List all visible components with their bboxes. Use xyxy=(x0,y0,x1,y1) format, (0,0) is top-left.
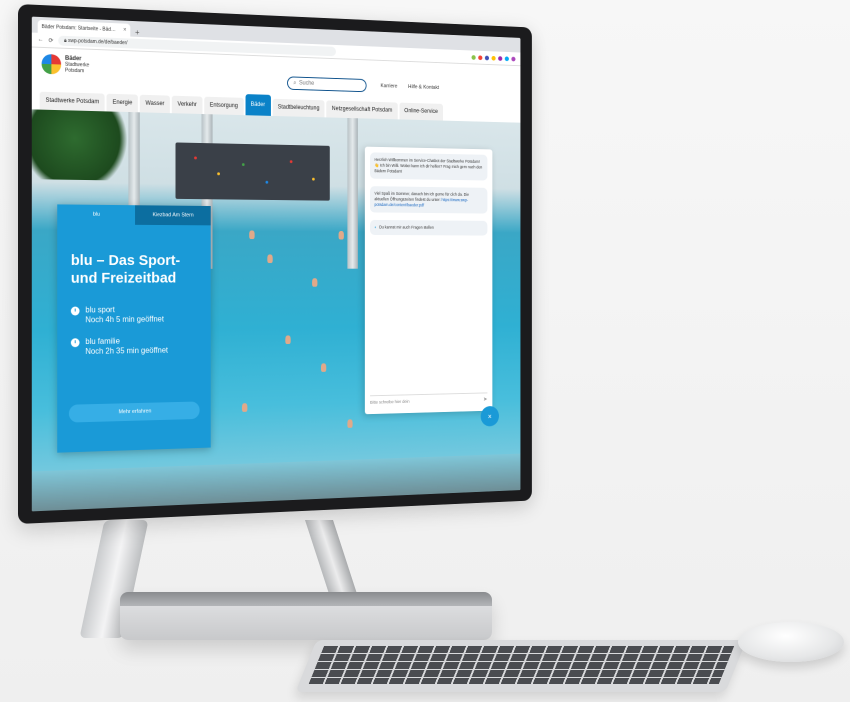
pool-info-card: blu Kiezbad Am Stern blu – Das Sport- un… xyxy=(57,204,211,453)
hero-pillar xyxy=(347,117,358,269)
swimmer xyxy=(249,230,255,240)
keyboard-keys xyxy=(308,646,735,684)
swimmer xyxy=(285,335,291,345)
extension-icon[interactable] xyxy=(478,54,483,60)
swimmer xyxy=(338,230,344,240)
status-time: Noch 4h 5 min geöffnet xyxy=(85,314,164,325)
extension-icon[interactable] xyxy=(498,55,503,61)
monitor-base xyxy=(120,592,492,640)
clock-icon xyxy=(70,306,80,316)
profile-avatar[interactable] xyxy=(511,56,516,61)
chat-suggestion[interactable]: ◐ Du kannst mir auch Fragen stellen xyxy=(370,219,488,236)
url-text: swp-potsdam.de/de/baeder/ xyxy=(68,38,128,47)
tab-blu[interactable]: blu xyxy=(57,204,135,224)
more-info-button[interactable]: Mehr erfahren xyxy=(68,401,200,423)
monitor-bezel: Bäder Potsdam: Startseite - Bäd… × + ← ⟳… xyxy=(18,4,532,524)
chat-input[interactable]: Bitte schreibe hier dein ➤ xyxy=(370,392,488,409)
new-tab-icon[interactable]: + xyxy=(130,28,144,37)
pool-deck xyxy=(31,453,521,512)
nav-item-stadtwerke[interactable]: Stadtwerke Potsdam xyxy=(39,91,105,112)
search-input[interactable]: ⌕ Suche xyxy=(287,76,367,93)
extension-icons xyxy=(471,54,516,61)
site-logo[interactable]: Bäder Stadtwerke Potsdam xyxy=(41,53,89,76)
nav-item-netzgesellschaft[interactable]: Netzgesellschaft Potsdam xyxy=(326,100,398,120)
tab-title: Bäder Potsdam: Startseite - Bäd… xyxy=(41,23,116,33)
monitor-hinge xyxy=(305,520,359,600)
hilfe-kontakt-link[interactable]: Hilfe & Kontakt xyxy=(408,84,439,91)
mouse xyxy=(738,622,844,662)
extension-icon[interactable] xyxy=(471,54,476,60)
chatbot-panel: Herzlich Willkommen im Service-Chatbot d… xyxy=(364,146,493,415)
status-blu-sport: blu sport Noch 4h 5 min geöffnet xyxy=(70,305,211,326)
status-time: Noch 2h 35 min geöffnet xyxy=(85,345,169,356)
back-icon[interactable]: ← xyxy=(38,37,44,43)
search-icon: ⌕ xyxy=(293,79,297,86)
nav-item-stadtbeleuchtung[interactable]: Stadtbeleuchtung xyxy=(272,98,325,118)
nav-item-verkehr[interactable]: Verkehr xyxy=(171,95,203,115)
hero-image: blu Kiezbad Am Stern blu – Das Sport- un… xyxy=(31,109,521,512)
logo-line3: Potsdam xyxy=(65,67,85,75)
card-tabs: blu Kiezbad Am Stern xyxy=(57,204,211,226)
swimmer xyxy=(347,419,353,428)
tab-kiezbad[interactable]: Kiezbad Am Stern xyxy=(135,205,211,226)
karriere-link[interactable]: Karriere xyxy=(380,83,397,89)
monitor: Bäder Potsdam: Startseite - Bäd… × + ← ⟳… xyxy=(18,4,590,524)
nav-item-entsorgung[interactable]: Entsorgung xyxy=(204,96,244,116)
logo-text: Bäder Stadtwerke Potsdam xyxy=(65,56,89,75)
swimmer xyxy=(320,363,327,372)
keyboard xyxy=(295,640,747,692)
status-blu-familie: blu familie Noch 2h 35 min geöffnet xyxy=(70,335,211,357)
hero-plant xyxy=(31,109,138,181)
chat-message: Viel Spaß im Sommer, danach bin ich gern… xyxy=(370,186,488,214)
close-tab-icon[interactable]: × xyxy=(123,27,126,33)
nav-item-energie[interactable]: Energie xyxy=(106,93,138,113)
nav-item-online-service[interactable]: Online-Service xyxy=(399,102,443,121)
reload-icon[interactable]: ⟳ xyxy=(48,37,53,44)
chat-message: Herzlich Willkommen im Service-Chatbot d… xyxy=(370,152,488,181)
extension-icon[interactable] xyxy=(504,55,509,61)
search-placeholder: Suche xyxy=(299,80,315,87)
clock-icon xyxy=(70,338,80,348)
send-icon[interactable]: ➤ xyxy=(483,396,487,403)
base-top xyxy=(120,592,492,606)
chat-bot-icon: ◐ xyxy=(374,224,377,230)
swimmer xyxy=(267,254,273,264)
chat-toggle-button[interactable]: × xyxy=(480,405,499,427)
nav-item-baeder[interactable]: Bäder xyxy=(245,94,271,116)
extension-icon[interactable] xyxy=(484,55,490,60)
card-title: blu – Das Sport- und Freizeitbad xyxy=(70,252,181,287)
climbing-wall xyxy=(175,142,330,201)
screen: Bäder Potsdam: Startseite - Bäd… × + ← ⟳… xyxy=(31,16,521,512)
swimmer xyxy=(312,278,318,287)
logo-mark-icon xyxy=(41,53,62,75)
swimmer xyxy=(241,403,248,412)
chat-input-placeholder: Bitte schreibe hier dein xyxy=(370,399,410,405)
chat-suggestion-text: Du kannst mir auch Fragen stellen xyxy=(379,224,434,230)
extension-icon[interactable] xyxy=(491,55,496,61)
desktop-scene: Bäder Potsdam: Startseite - Bäd… × + ← ⟳… xyxy=(0,0,850,702)
nav-item-wasser[interactable]: Wasser xyxy=(139,94,171,114)
